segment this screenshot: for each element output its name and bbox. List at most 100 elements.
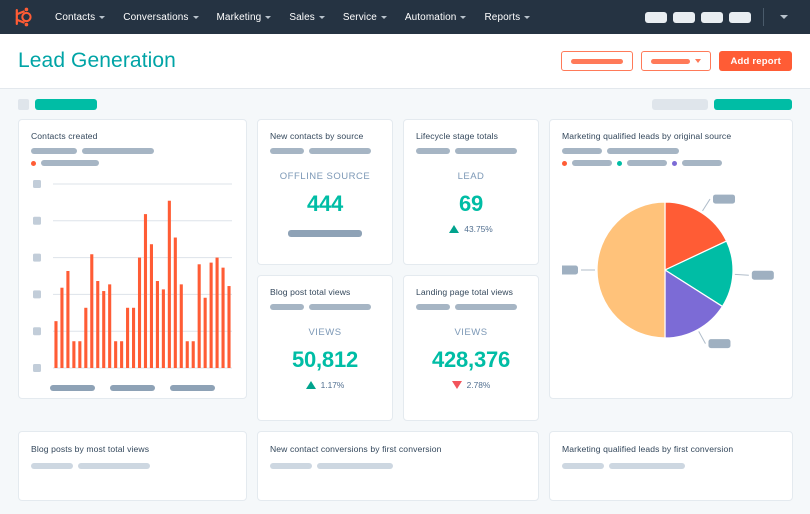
nav-item-contacts[interactable]: Contacts — [46, 6, 114, 29]
card-subtitle-placeholders — [31, 148, 234, 154]
subtitle-placeholder-1 — [416, 148, 450, 154]
button-placeholder-label — [651, 58, 691, 64]
hubspot-sprocket-logo[interactable] — [12, 6, 34, 28]
kpi-footer-placeholder — [288, 230, 362, 237]
nav-item-sales[interactable]: Sales — [280, 6, 334, 29]
subtitle-placeholder-1 — [270, 148, 304, 154]
button-placeholder-label — [571, 58, 624, 64]
kpi-label: OFFLINE SOURCE — [279, 171, 371, 182]
card-subtitle-placeholders — [562, 463, 780, 469]
kpi-label: LEAD — [457, 171, 485, 182]
nav-label: Contacts — [55, 11, 96, 23]
nav-label: Service — [342, 11, 377, 23]
subtitle-placeholder-2 — [607, 148, 679, 154]
nav-utility-placeholder-4[interactable] — [729, 11, 751, 23]
subtitle-placeholder-2 — [609, 463, 685, 469]
subtitle-placeholder-1 — [31, 463, 73, 469]
dashboard-column-mid-1: New contacts by source OFFLINE SOURCE 44… — [257, 119, 393, 421]
legend-dot-icon — [617, 160, 622, 166]
nav-utility-placeholder-1[interactable] — [645, 11, 667, 23]
chevron-down-icon — [380, 16, 387, 19]
legend-label-placeholder — [682, 160, 722, 166]
nav-item-conversations[interactable]: Conversations — [114, 6, 207, 29]
secondary-action-button[interactable] — [561, 51, 634, 71]
kpi-delta-value: 2.78% — [466, 380, 491, 390]
legend-label-placeholder — [572, 160, 612, 166]
kpi-value: 69 — [458, 191, 484, 216]
card-subtitle-placeholders — [31, 463, 234, 469]
card-title: Blog posts by most total views — [31, 444, 150, 454]
trend-up-icon — [305, 381, 316, 389]
subtitle-placeholder-1 — [270, 304, 304, 310]
card-title: New contact conversions by first convers… — [270, 444, 442, 454]
dashboard-filter-bar — [0, 89, 810, 119]
chevron-down-icon — [265, 16, 272, 19]
subtitle-placeholder-2 — [309, 304, 371, 310]
kpi-delta-value: 43.75% — [464, 224, 493, 234]
trend-down-icon — [451, 381, 462, 389]
nav-label: Marketing — [216, 11, 262, 23]
chevron-down-icon — [99, 16, 106, 19]
kpi-value: 428,376 — [431, 347, 511, 372]
card-mql-by-first-conversion[interactable]: Marketing qualified leads by first conve… — [549, 431, 793, 501]
add-report-button[interactable]: Add report — [719, 51, 792, 71]
card-new-contact-conversions[interactable]: New contact conversions by first convers… — [257, 431, 539, 501]
card-contacts-created[interactable]: Contacts created — [18, 119, 247, 399]
nav-utility-group — [645, 8, 800, 26]
card-lifecycle-stage-totals[interactable]: Lifecycle stage totals LEAD 69 43.75% — [403, 119, 539, 265]
subtitle-placeholder-1 — [562, 463, 604, 469]
dropdown-action-button[interactable] — [641, 51, 712, 71]
kpi-delta: 2.78% — [416, 380, 526, 390]
contacts-created-bar-chart — [31, 180, 234, 378]
legend-label-placeholder — [627, 160, 667, 166]
kpi-value: 50,812 — [291, 347, 359, 372]
filter-left-group — [18, 98, 97, 110]
nav-utility-placeholder-3[interactable] — [701, 11, 723, 23]
dashboard-column-mid-2: Lifecycle stage totals LEAD 69 43.75% La… — [403, 119, 539, 421]
filter-action-placeholder[interactable] — [652, 98, 708, 110]
nav-item-marketing[interactable]: Marketing — [208, 6, 281, 29]
main-menu: Contacts Conversations Marketing Sales S… — [46, 6, 539, 29]
nav-item-reports[interactable]: Reports — [475, 6, 539, 29]
page-header: Lead Generation Add report — [0, 34, 810, 89]
nav-utility-placeholder-2[interactable] — [673, 11, 695, 23]
card-new-contacts-by-source[interactable]: New contacts by source OFFLINE SOURCE 44… — [257, 119, 393, 265]
chevron-down-icon — [695, 59, 702, 63]
dashboard-column-left: Contacts created — [18, 119, 247, 399]
filter-icon-placeholder[interactable] — [18, 98, 29, 110]
card-mql-by-original-source[interactable]: Marketing qualified leads by original so… — [549, 119, 793, 399]
chevron-down-icon — [460, 16, 467, 19]
nav-item-automation[interactable]: Automation — [396, 6, 476, 29]
card-title: Marketing qualified leads by original so… — [562, 131, 732, 141]
card-subtitle-placeholders — [416, 304, 526, 310]
subtitle-placeholder-2 — [455, 148, 517, 154]
subtitle-placeholder-1 — [270, 463, 312, 469]
pie-chart-svg — [556, 194, 774, 349]
card-blog-posts-by-most-total-views[interactable]: Blog posts by most total views — [18, 431, 247, 501]
subtitle-placeholder-1 — [416, 304, 450, 310]
filter-primary-placeholder[interactable] — [714, 98, 792, 110]
card-title: Marketing qualified leads by first conve… — [562, 444, 734, 454]
bar-chart-svg — [33, 180, 232, 372]
card-blog-post-total-views[interactable]: Blog post total views VIEWS 50,812 1.17% — [257, 275, 393, 421]
card-subtitle-placeholders — [270, 463, 526, 469]
nav-label: Conversations — [123, 11, 189, 23]
subtitle-placeholder-2 — [82, 148, 154, 154]
card-subtitle-placeholders — [270, 304, 380, 310]
nav-label: Sales — [289, 11, 315, 23]
card-subtitle-placeholders — [562, 148, 780, 154]
filter-chip-placeholder[interactable] — [35, 98, 97, 110]
card-title: Landing page total views — [416, 287, 513, 297]
chart-legend — [31, 160, 234, 166]
legend-label-placeholder — [41, 160, 99, 166]
kpi-label: VIEWS — [308, 327, 342, 338]
nav-divider — [763, 8, 764, 26]
card-subtitle-placeholders — [270, 148, 380, 154]
mql-pie-chart — [556, 172, 780, 377]
account-chevron-down-icon[interactable] — [780, 15, 788, 19]
card-title: New contacts by source — [270, 131, 364, 141]
legend-dot-icon — [672, 160, 677, 166]
card-landing-page-total-views[interactable]: Landing page total views VIEWS 428,376 2… — [403, 275, 539, 421]
subtitle-placeholder-1 — [562, 148, 602, 154]
nav-item-service[interactable]: Service — [334, 6, 396, 29]
